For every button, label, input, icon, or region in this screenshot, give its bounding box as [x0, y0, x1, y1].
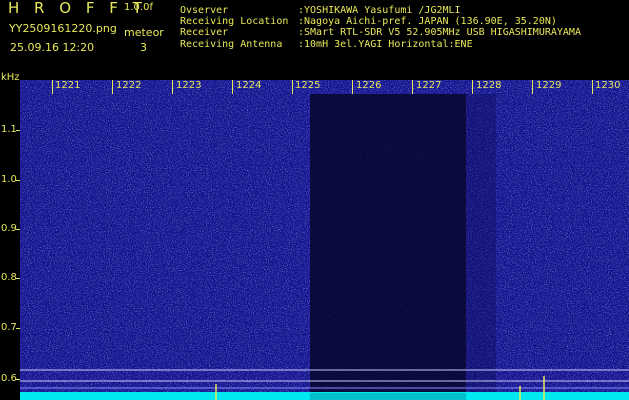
info-key: Receiving Antenna	[180, 38, 283, 50]
y-tick-label: 1.0	[1, 174, 17, 185]
x-tick-mark	[592, 80, 593, 94]
x-tick-mark	[412, 80, 413, 94]
info-key: Receiving Location	[180, 16, 289, 28]
x-tick-mark	[172, 80, 173, 94]
y-axis-unit: kHz	[1, 72, 20, 83]
shade-band	[466, 94, 496, 400]
info-key: Ovserver	[180, 5, 229, 16]
y-tick-label: 0.7	[1, 322, 17, 333]
info-value: :10mH 3el.YAGI Horizontal:ENE	[298, 38, 473, 50]
x-tick-label: 1228	[476, 80, 502, 91]
dark-band	[310, 94, 466, 400]
y-tick-label: 0.8	[1, 272, 17, 283]
x-tick-mark	[232, 80, 233, 94]
x-tick-mark	[292, 80, 293, 94]
x-tick-mark	[112, 80, 113, 94]
y-tick-label: 0.6	[1, 373, 17, 384]
station-info: Ovserver :YOSHIKAWA Yasufumi /JG2MLI Rec…	[180, 5, 581, 50]
info-key: Receiver	[180, 27, 229, 39]
x-tick-label: 1229	[536, 80, 562, 91]
x-tick-label: 1230	[595, 80, 621, 91]
x-tick-mark	[532, 80, 533, 94]
version-label: 1.0.0f	[124, 2, 153, 13]
info-row-receiver: Receiver :SMart RTL-SDR V5 52.905MHz USB…	[180, 27, 581, 38]
x-tick-label: 1221	[55, 80, 81, 91]
x-tick-mark	[352, 80, 353, 94]
info-row-observer: Ovserver :YOSHIKAWA Yasufumi /JG2MLI	[180, 5, 581, 16]
y-tick-label: 1.1	[1, 124, 17, 135]
x-tick-label: 1224	[236, 80, 262, 91]
x-tick-mark	[52, 80, 53, 94]
meteor-label: meteor	[124, 26, 164, 39]
info-value: :Nagoya Aichi-pref. JAPAN (136.90E, 35.2…	[298, 16, 557, 28]
info-value: :YOSHIKAWA Yasufumi /JG2MLI	[298, 5, 461, 16]
info-row-antenna: Receiving Antenna :10mH 3el.YAGI Horizon…	[180, 39, 581, 50]
x-tick-label: 1227	[416, 80, 442, 91]
x-tick-mark	[472, 80, 473, 94]
x-tick-label: 1223	[176, 80, 202, 91]
y-tick-label: 0.9	[1, 223, 17, 234]
date-time: 25.09.16 12:20	[10, 41, 95, 54]
meteor-count: 3	[140, 41, 147, 54]
x-tick-label: 1225	[295, 80, 321, 91]
baseline-band-dark	[310, 393, 466, 400]
x-tick-label: 1226	[356, 80, 382, 91]
info-row-location: Receiving Location :Nagoya Aichi-pref. J…	[180, 16, 581, 27]
info-value: :SMart RTL-SDR V5 52.905MHz USB HIGASHIM…	[298, 27, 581, 39]
spectrogram	[20, 80, 629, 400]
x-tick-label: 1222	[116, 80, 142, 91]
file-name: YY2509161220.png	[9, 22, 117, 35]
